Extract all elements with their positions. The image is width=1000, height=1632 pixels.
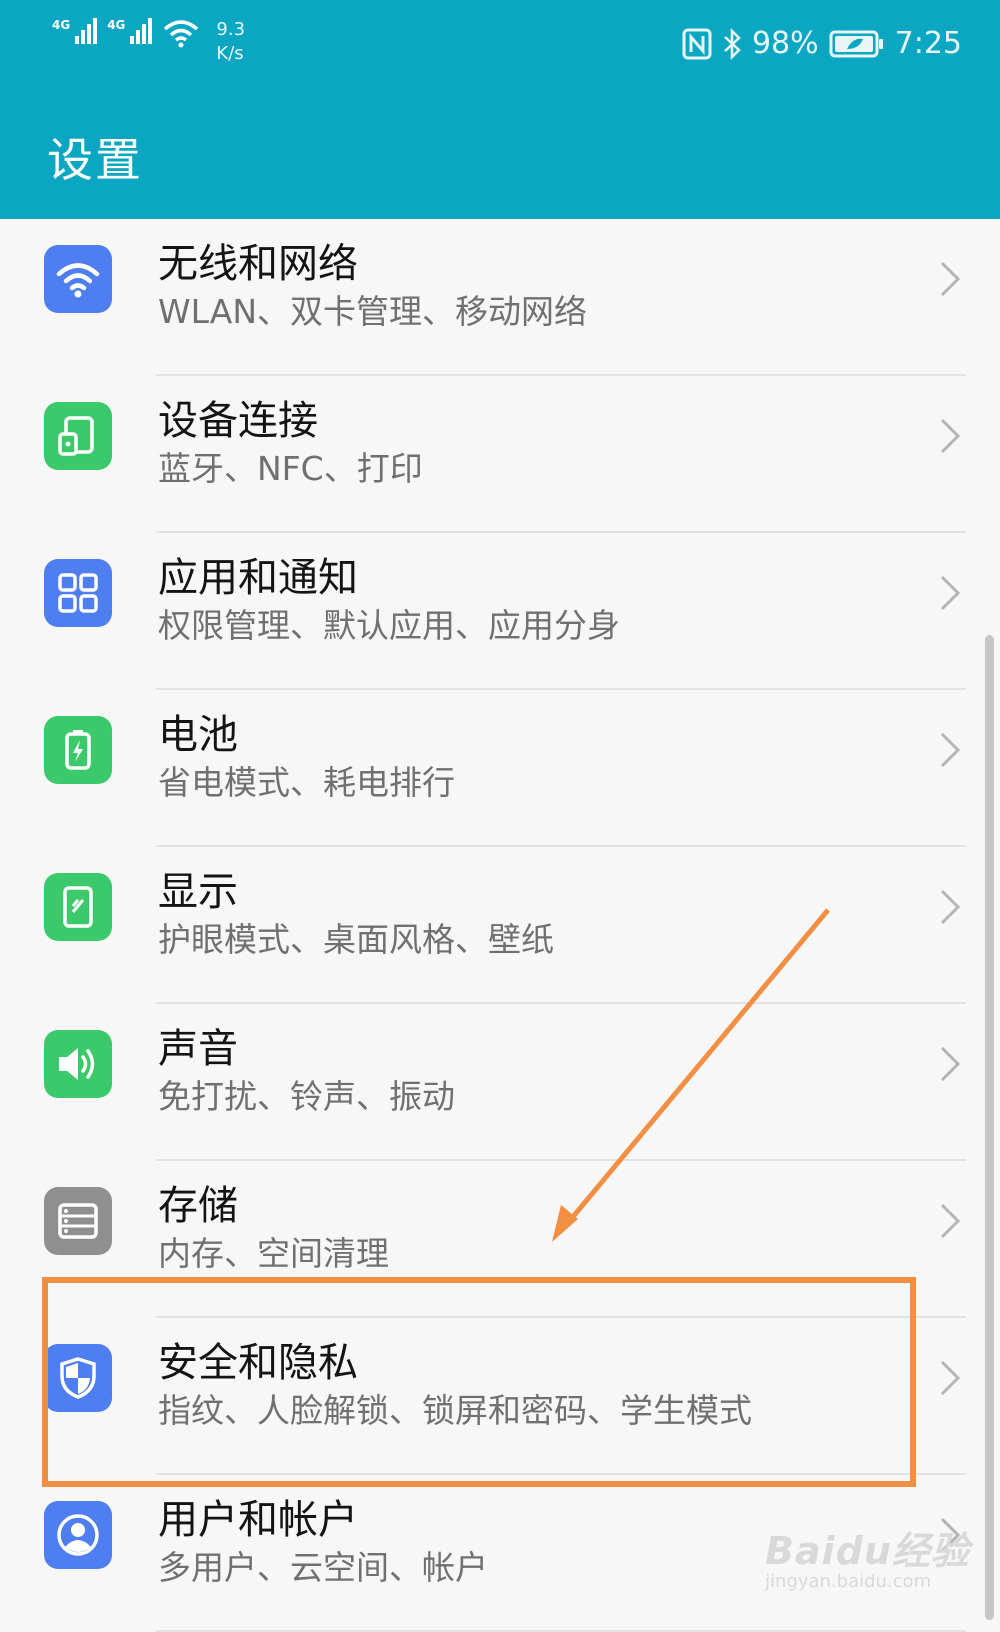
battery-icon	[44, 716, 112, 784]
item-title: 用户和帐户	[158, 1497, 358, 1543]
wifi-status-icon	[164, 20, 199, 48]
page-title: 设置	[47, 133, 143, 187]
battery-status-icon	[829, 30, 883, 57]
settings-item-sound[interactable]: 声音 免打扰、铃声、振动	[0, 1004, 1000, 1161]
apps-grid-icon	[44, 559, 112, 627]
watermark: Baidu经验 jingyan.baidu.com	[765, 1520, 970, 1592]
device-connection-icon	[44, 402, 112, 470]
status-bar-left: 4G 4G 9.3 K/s	[52, 18, 245, 66]
user-account-icon	[44, 1501, 112, 1569]
chevron-right-icon	[940, 889, 961, 925]
app-header: 4G 4G 9.3 K/s 98% 7:25 设置	[0, 0, 1000, 219]
signal-2-label: 4G	[107, 18, 126, 32]
speed-value: 9.3	[216, 19, 246, 40]
chevron-right-icon	[940, 575, 961, 611]
status-bar-right: 98% 7:25	[682, 26, 962, 61]
settings-item-apps-notifications[interactable]: 应用和通知 权限管理、默认应用、应用分身	[0, 533, 1000, 690]
settings-item-wireless-network[interactable]: 无线和网络 WLAN、双卡管理、移动网络	[0, 219, 1000, 376]
cellular-signal-2-icon: 4G	[107, 18, 153, 44]
item-subtitle: 多用户、云空间、帐户	[158, 1548, 488, 1587]
chevron-right-icon	[940, 1203, 961, 1239]
highlight-box	[42, 1277, 916, 1487]
wifi-icon	[44, 245, 112, 313]
item-title: 存储	[158, 1183, 238, 1229]
item-subtitle: 省电模式、耗电排行	[158, 763, 455, 802]
bluetooth-icon	[724, 27, 741, 60]
display-icon	[44, 873, 112, 941]
item-subtitle: 权限管理、默认应用、应用分身	[158, 606, 620, 645]
scrollbar[interactable]	[985, 635, 994, 1620]
item-title: 无线和网络	[158, 241, 358, 287]
item-subtitle: 内存、空间清理	[158, 1234, 389, 1273]
item-subtitle: WLAN、双卡管理、移动网络	[158, 292, 588, 331]
chevron-right-icon	[940, 418, 961, 454]
watermark-brand: Baidu经验	[765, 1529, 970, 1573]
signal-1-label: 4G	[52, 18, 71, 32]
item-subtitle: 护眼模式、桌面风格、壁纸	[158, 920, 554, 959]
item-title: 声音	[158, 1026, 238, 1072]
item-subtitle: 蓝牙、NFC、打印	[158, 449, 423, 488]
item-title: 显示	[158, 869, 238, 915]
item-title: 设备连接	[158, 398, 318, 444]
chevron-right-icon	[940, 1360, 961, 1396]
item-title: 应用和通知	[158, 555, 358, 601]
settings-item-device-connection[interactable]: 设备连接 蓝牙、NFC、打印	[0, 376, 1000, 533]
speed-unit: K/s	[216, 43, 244, 64]
item-title: 电池	[158, 712, 238, 758]
storage-icon	[44, 1187, 112, 1255]
settings-item-battery[interactable]: 电池 省电模式、耗电排行	[0, 690, 1000, 847]
chevron-right-icon	[940, 732, 961, 768]
nfc-icon	[682, 28, 712, 59]
speaker-icon	[44, 1030, 112, 1098]
cellular-signal-1-icon: 4G	[52, 18, 98, 44]
chevron-right-icon	[940, 261, 961, 297]
network-speed: 9.3 K/s	[216, 18, 245, 66]
settings-item-display[interactable]: 显示 护眼模式、桌面风格、壁纸	[0, 847, 1000, 1004]
chevron-right-icon	[940, 1046, 961, 1082]
clock-time: 7:25	[894, 26, 962, 61]
item-subtitle: 免打扰、铃声、振动	[158, 1077, 455, 1116]
battery-percent: 98%	[751, 26, 819, 61]
